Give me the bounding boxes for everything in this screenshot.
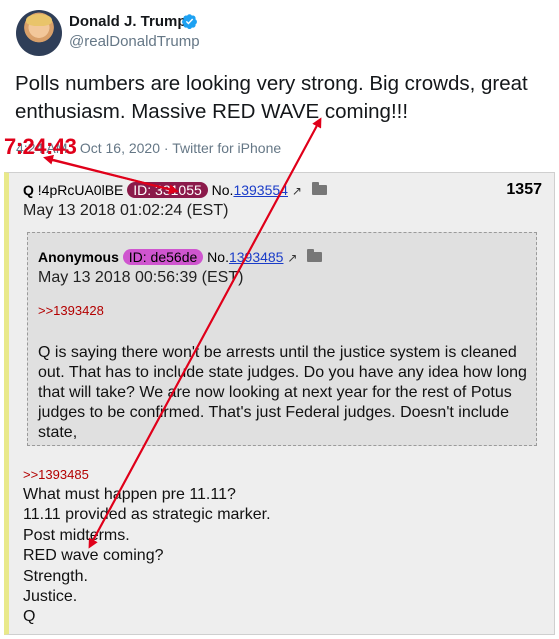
quoted-post-date: May 13 2018 00:56:39 (EST) bbox=[38, 269, 244, 286]
q-post-body: What must happen pre 11.11? 11.11 provid… bbox=[23, 485, 271, 628]
reply-ref-link[interactable]: >>1393485 bbox=[23, 467, 89, 482]
avatar[interactable] bbox=[16, 10, 62, 56]
q-line: Q bbox=[23, 608, 36, 626]
quoted-post-header: Anonymous ID: de56de No.1393485 ↗ bbox=[38, 249, 323, 265]
post-number-link[interactable]: 1393554 bbox=[233, 182, 288, 198]
post-number-label: No. bbox=[211, 182, 234, 198]
quoted-reply-ref[interactable]: >>1393428 bbox=[38, 303, 104, 318]
tweet-card: Donald J. Trump @realDonaldTrump Polls n… bbox=[0, 0, 559, 170]
post-number: No.1393554 bbox=[212, 182, 288, 198]
folder-icon[interactable] bbox=[307, 249, 323, 262]
reply-count: 1357 bbox=[506, 181, 542, 198]
meta-separator-2: · bbox=[163, 140, 169, 156]
quoted-id-badge[interactable]: ID: de56de bbox=[122, 249, 204, 265]
folder-icon[interactable] bbox=[311, 182, 327, 195]
display-name[interactable]: Donald J. Trump bbox=[69, 13, 187, 30]
quoted-post-number-label: No. bbox=[207, 249, 229, 265]
q-line: What must happen pre 11.11? bbox=[23, 486, 236, 503]
external-link-icon[interactable]: ↗ bbox=[287, 251, 297, 265]
tripcode: !4pRcUA0lBE bbox=[37, 182, 124, 198]
verified-badge-icon bbox=[182, 14, 197, 30]
quoted-post-number: No.1393485 bbox=[207, 249, 283, 265]
quoted-post: Anonymous ID: de56de No.1393485 ↗ May 13… bbox=[27, 232, 537, 446]
q-post-header: Q !4pRcUA0lBE ID: 331055 No.1393554 ↗ bbox=[23, 182, 327, 198]
q-post: Q !4pRcUA0lBE ID: 331055 No.1393554 ↗ 13… bbox=[4, 172, 555, 635]
poster-id-badge[interactable]: ID: 331055 bbox=[127, 182, 208, 198]
post-date: May 13 2018 01:02:24 (EST) bbox=[23, 202, 229, 219]
tweet-date[interactable]: Oct 16, 2020 bbox=[80, 140, 160, 156]
time-annotation: 7:24:43 bbox=[4, 134, 77, 159]
q-line: Justice. bbox=[23, 588, 78, 606]
tweet-client[interactable]: Twitter for iPhone bbox=[172, 140, 281, 156]
external-link-icon[interactable]: ↗ bbox=[292, 184, 302, 198]
handle[interactable]: @realDonaldTrump bbox=[69, 33, 200, 50]
poster-name: Q bbox=[23, 182, 34, 198]
quoted-post-number-link[interactable]: 1393485 bbox=[229, 249, 284, 265]
q-line: 11.11 provided as strategic marker. bbox=[23, 506, 271, 524]
q-line: RED wave coming? bbox=[23, 547, 164, 565]
q-line: Post midterms. bbox=[23, 526, 130, 544]
quoted-poster-name: Anonymous bbox=[38, 249, 119, 265]
q-line: Strength. bbox=[23, 567, 88, 585]
tweet-text: Polls numbers are looking very strong. B… bbox=[15, 72, 528, 123]
quoted-post-body: Q is saying there won't be arrests until… bbox=[38, 344, 527, 441]
